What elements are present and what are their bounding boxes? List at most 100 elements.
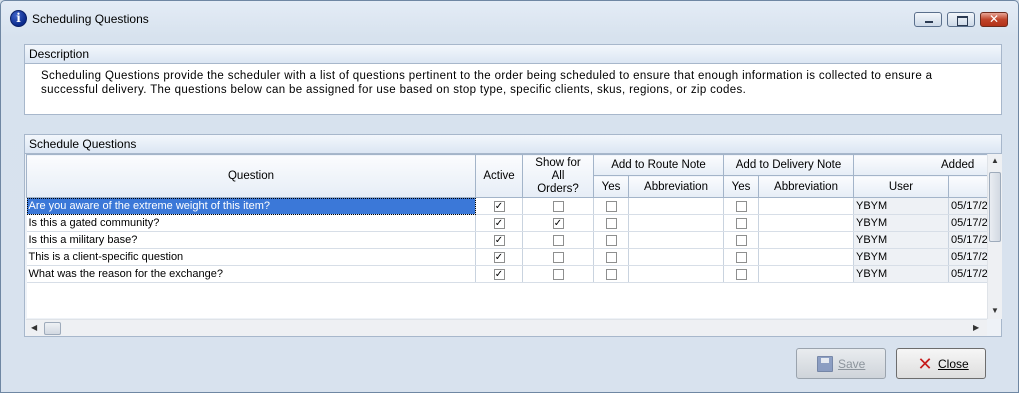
scroll-down-icon[interactable]: ▼ [991, 306, 999, 315]
added-date-cell: 05/17/2 [948, 197, 987, 215]
active-cell[interactable]: ✓ [475, 231, 523, 249]
description-text: Scheduling Questions provide the schedul… [41, 70, 933, 96]
show-all-checkbox[interactable] [552, 234, 564, 246]
added-user-cell: YBYM [853, 231, 949, 249]
added-date-cell: 05/17/2 [948, 248, 987, 266]
table-row[interactable]: Is this a gated community? ✓ ✓ YBYM 05/17/2 [26, 214, 987, 232]
questions-grid-viewport: Question Active Show for All Orders? Add… [26, 154, 987, 318]
active-cell[interactable]: ✓ [475, 214, 523, 232]
route-yes-cell[interactable] [593, 231, 629, 249]
info-icon: i [10, 10, 27, 27]
added-user-cell: YBYM [853, 248, 949, 266]
show-all-checkbox[interactable] [552, 268, 564, 280]
vertical-scroll-thumb[interactable] [989, 172, 1001, 242]
delivery-abbreviation-cell[interactable] [758, 231, 854, 249]
route-note-checkbox[interactable] [605, 200, 617, 212]
delivery-abbreviation-cell[interactable] [758, 248, 854, 266]
route-abbreviation-cell[interactable] [628, 197, 724, 215]
delivery-note-checkbox[interactable] [735, 217, 747, 229]
delivery-note-checkbox[interactable] [735, 251, 747, 263]
question-cell[interactable]: This is a client-specific question [26, 248, 476, 266]
delivery-abbreviation-cell[interactable] [758, 214, 854, 232]
question-cell[interactable]: Is this a military base? [26, 231, 476, 249]
maximize-button[interactable] [947, 12, 975, 27]
column-header-delivery-yes[interactable]: Yes [723, 175, 759, 198]
vertical-scrollbar[interactable]: ▲ ▼ [987, 154, 1002, 319]
route-yes-cell[interactable] [593, 265, 629, 283]
delivery-yes-cell[interactable] [723, 265, 759, 283]
close-icon: ✕ [988, 12, 1000, 26]
horizontal-scroll-thumb[interactable] [44, 322, 61, 335]
active-checkbox[interactable]: ✓ [493, 200, 505, 212]
added-date-cell: 05/17/2 [948, 265, 987, 283]
route-yes-cell[interactable] [593, 214, 629, 232]
delivery-yes-cell[interactable] [723, 231, 759, 249]
close-button-label: Close [938, 357, 969, 371]
show-all-checkbox[interactable]: ✓ [552, 217, 564, 229]
delivery-note-checkbox[interactable] [735, 200, 747, 212]
show-all-cell[interactable] [522, 248, 594, 266]
title-bar[interactable]: i Scheduling Questions ✕ [1, 1, 1018, 37]
save-button-label: Save [838, 357, 866, 371]
column-header-date[interactable] [947, 175, 987, 198]
route-yes-cell[interactable] [593, 197, 629, 215]
column-header-question[interactable]: Question [26, 154, 476, 198]
close-button[interactable]: ✕ Close [896, 348, 986, 379]
active-cell[interactable]: ✓ [475, 197, 523, 215]
column-group-route-note: Add to Route Note [593, 154, 724, 176]
window-close-button[interactable]: ✕ [980, 12, 1008, 27]
show-all-checkbox[interactable] [552, 200, 564, 212]
red-x-icon: ✕ [917, 354, 933, 374]
delivery-yes-cell[interactable] [723, 197, 759, 215]
table-row[interactable]: Are you aware of the extreme weight of t… [26, 197, 987, 215]
delivery-yes-cell[interactable] [723, 214, 759, 232]
table-row[interactable]: This is a client-specific question ✓ YBYM 0… [26, 248, 987, 266]
column-header-route-abbreviation[interactable]: Abbreviation [628, 175, 724, 198]
route-note-checkbox[interactable] [605, 251, 617, 263]
scroll-up-icon[interactable]: ▲ [991, 156, 999, 165]
route-abbreviation-cell[interactable] [628, 214, 724, 232]
show-all-cell[interactable]: ✓ [522, 214, 594, 232]
active-cell[interactable]: ✓ [475, 265, 523, 283]
route-abbreviation-cell[interactable] [628, 231, 724, 249]
active-checkbox[interactable]: ✓ [493, 234, 505, 246]
active-checkbox[interactable]: ✓ [493, 217, 505, 229]
delivery-note-checkbox[interactable] [735, 234, 747, 246]
delivery-yes-cell[interactable] [723, 248, 759, 266]
route-abbreviation-cell[interactable] [628, 248, 724, 266]
column-header-active[interactable]: Active [475, 154, 523, 198]
save-button[interactable]: Save [796, 348, 886, 379]
route-yes-cell[interactable] [593, 248, 629, 266]
scroll-left-icon[interactable]: ◀ [31, 323, 37, 332]
route-note-checkbox[interactable] [605, 217, 617, 229]
route-note-checkbox[interactable] [605, 234, 617, 246]
column-header-delivery-abbreviation[interactable]: Abbreviation [758, 175, 854, 198]
question-cell[interactable]: Are you aware of the extreme weight of t… [26, 197, 476, 215]
delivery-abbreviation-cell[interactable] [758, 197, 854, 215]
table-row[interactable]: What was the reason for the exchange? ✓ YB… [26, 265, 987, 283]
column-group-added: Added [852, 154, 987, 176]
grid-empty-cell [26, 282, 987, 318]
show-all-checkbox[interactable] [552, 251, 564, 263]
show-all-cell[interactable] [522, 231, 594, 249]
schedule-questions-panel: Schedule Questions Question Active Show … [24, 134, 1002, 337]
scroll-right-icon[interactable]: ▶ [973, 323, 979, 332]
minimize-button[interactable] [914, 12, 942, 27]
active-checkbox[interactable]: ✓ [493, 251, 505, 263]
column-header-show-for-all[interactable]: Show for All Orders? [522, 154, 594, 198]
show-all-cell[interactable] [522, 265, 594, 283]
grid-empty-area [26, 282, 987, 318]
horizontal-scrollbar[interactable]: ◀ ▶ [26, 319, 987, 336]
question-cell[interactable]: What was the reason for the exchange? [26, 265, 476, 283]
question-cell[interactable]: Is this a gated community? [26, 214, 476, 232]
delivery-abbreviation-cell[interactable] [758, 265, 854, 283]
route-abbreviation-cell[interactable] [628, 265, 724, 283]
delivery-note-checkbox[interactable] [735, 268, 747, 280]
show-all-cell[interactable] [522, 197, 594, 215]
table-row[interactable]: Is this a military base? ✓ YBYM 05/17/2 [26, 231, 987, 249]
active-checkbox[interactable]: ✓ [493, 268, 505, 280]
column-header-route-yes[interactable]: Yes [593, 175, 629, 198]
route-note-checkbox[interactable] [605, 268, 617, 280]
column-header-user[interactable]: User [853, 175, 949, 198]
active-cell[interactable]: ✓ [475, 248, 523, 266]
